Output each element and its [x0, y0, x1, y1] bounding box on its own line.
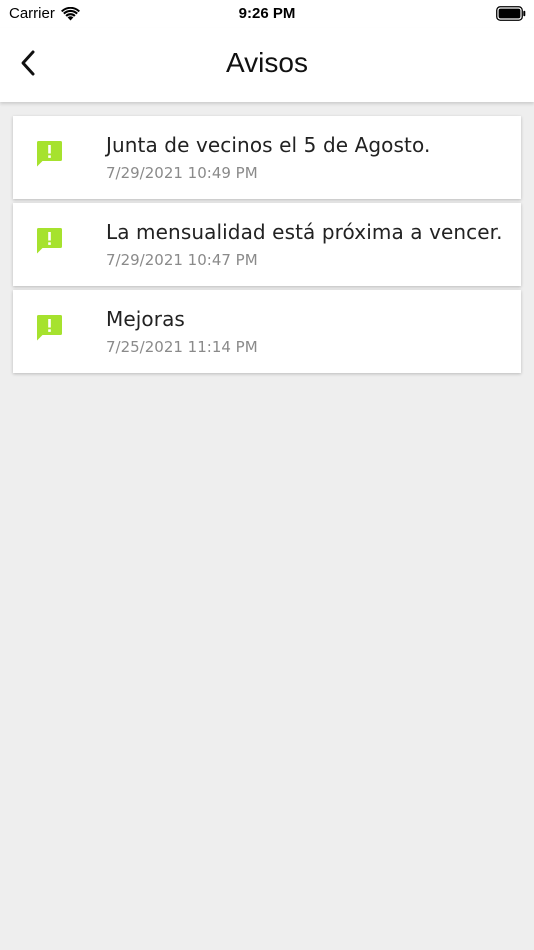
status-bar: Carrier 9:26 PM	[0, 0, 534, 28]
notice-item[interactable]: La mensualidad está próxima a vencer. 7/…	[13, 203, 521, 286]
battery-icon	[496, 6, 526, 21]
navigation-bar: Avisos	[0, 28, 534, 102]
notice-list: Junta de vecinos el 5 de Agosto. 7/29/20…	[13, 116, 521, 377]
announcement-icon	[37, 315, 62, 341]
page-title: Avisos	[226, 47, 308, 78]
notice-title: Mejoras	[106, 307, 185, 331]
notice-date: 7/29/2021 10:49 PM	[106, 164, 258, 182]
notice-title: Junta de vecinos el 5 de Agosto.	[106, 133, 431, 157]
notice-date: 7/25/2021 11:14 PM	[106, 338, 258, 356]
announcement-icon	[37, 141, 62, 167]
announcement-icon	[37, 228, 62, 254]
status-time: 9:26 PM	[238, 5, 296, 22]
notice-item[interactable]: Junta de vecinos el 5 de Agosto. 7/29/20…	[13, 116, 521, 199]
notice-item[interactable]: Mejoras 7/25/2021 11:14 PM	[13, 290, 521, 373]
notice-title: La mensualidad está próxima a vencer.	[106, 220, 503, 244]
notice-date: 7/29/2021 10:47 PM	[106, 251, 258, 269]
